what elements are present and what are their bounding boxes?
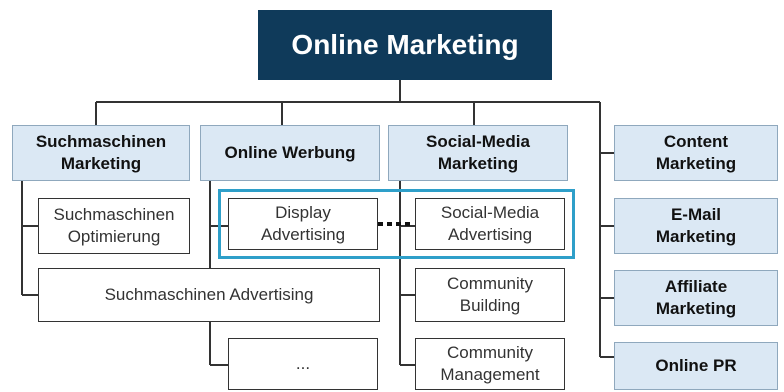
category-content-marketing: Content Marketing — [614, 125, 778, 181]
category-social-media-marketing: Social-Media Marketing — [388, 125, 568, 181]
category-label: Online PR — [655, 356, 737, 375]
category-label: Affiliate Marketing — [655, 277, 737, 318]
subitem-suchmaschinen-optimierung: Suchmaschinen Optimierung — [38, 198, 190, 254]
category-email-marketing: E-Mail Marketing — [614, 198, 778, 254]
subitem-label: ... — [295, 354, 311, 373]
category-label: Content Marketing — [655, 132, 737, 173]
category-affiliate-marketing: Affiliate Marketing — [614, 270, 778, 326]
subitem-suchmaschinen-advertising: Suchmaschinen Advertising — [38, 268, 380, 322]
category-label: Social-Media Marketing — [426, 132, 530, 173]
category-online-werbung: Online Werbung — [200, 125, 380, 181]
subitem-community-building: Community Building — [415, 268, 565, 322]
category-label: Suchmaschinen Marketing — [35, 132, 167, 173]
subitem-label: Suchmaschinen Optimierung — [53, 205, 175, 246]
category-suchmaschinen-marketing: Suchmaschinen Marketing — [12, 125, 190, 181]
advertising-highlight-frame — [218, 189, 575, 259]
root-label: Online Marketing — [291, 29, 519, 60]
subitem-label: Community Management — [440, 343, 540, 384]
category-label: Online Werbung — [224, 143, 356, 162]
subitem-ellipsis: ... — [228, 338, 378, 390]
subitem-label: Community Building — [447, 274, 533, 315]
category-label: E-Mail Marketing — [655, 205, 737, 246]
subitem-community-management: Community Management — [415, 338, 565, 390]
category-online-pr: Online PR — [614, 342, 778, 390]
subitem-label: Suchmaschinen Advertising — [104, 285, 314, 304]
root-node: Online Marketing — [258, 10, 552, 80]
